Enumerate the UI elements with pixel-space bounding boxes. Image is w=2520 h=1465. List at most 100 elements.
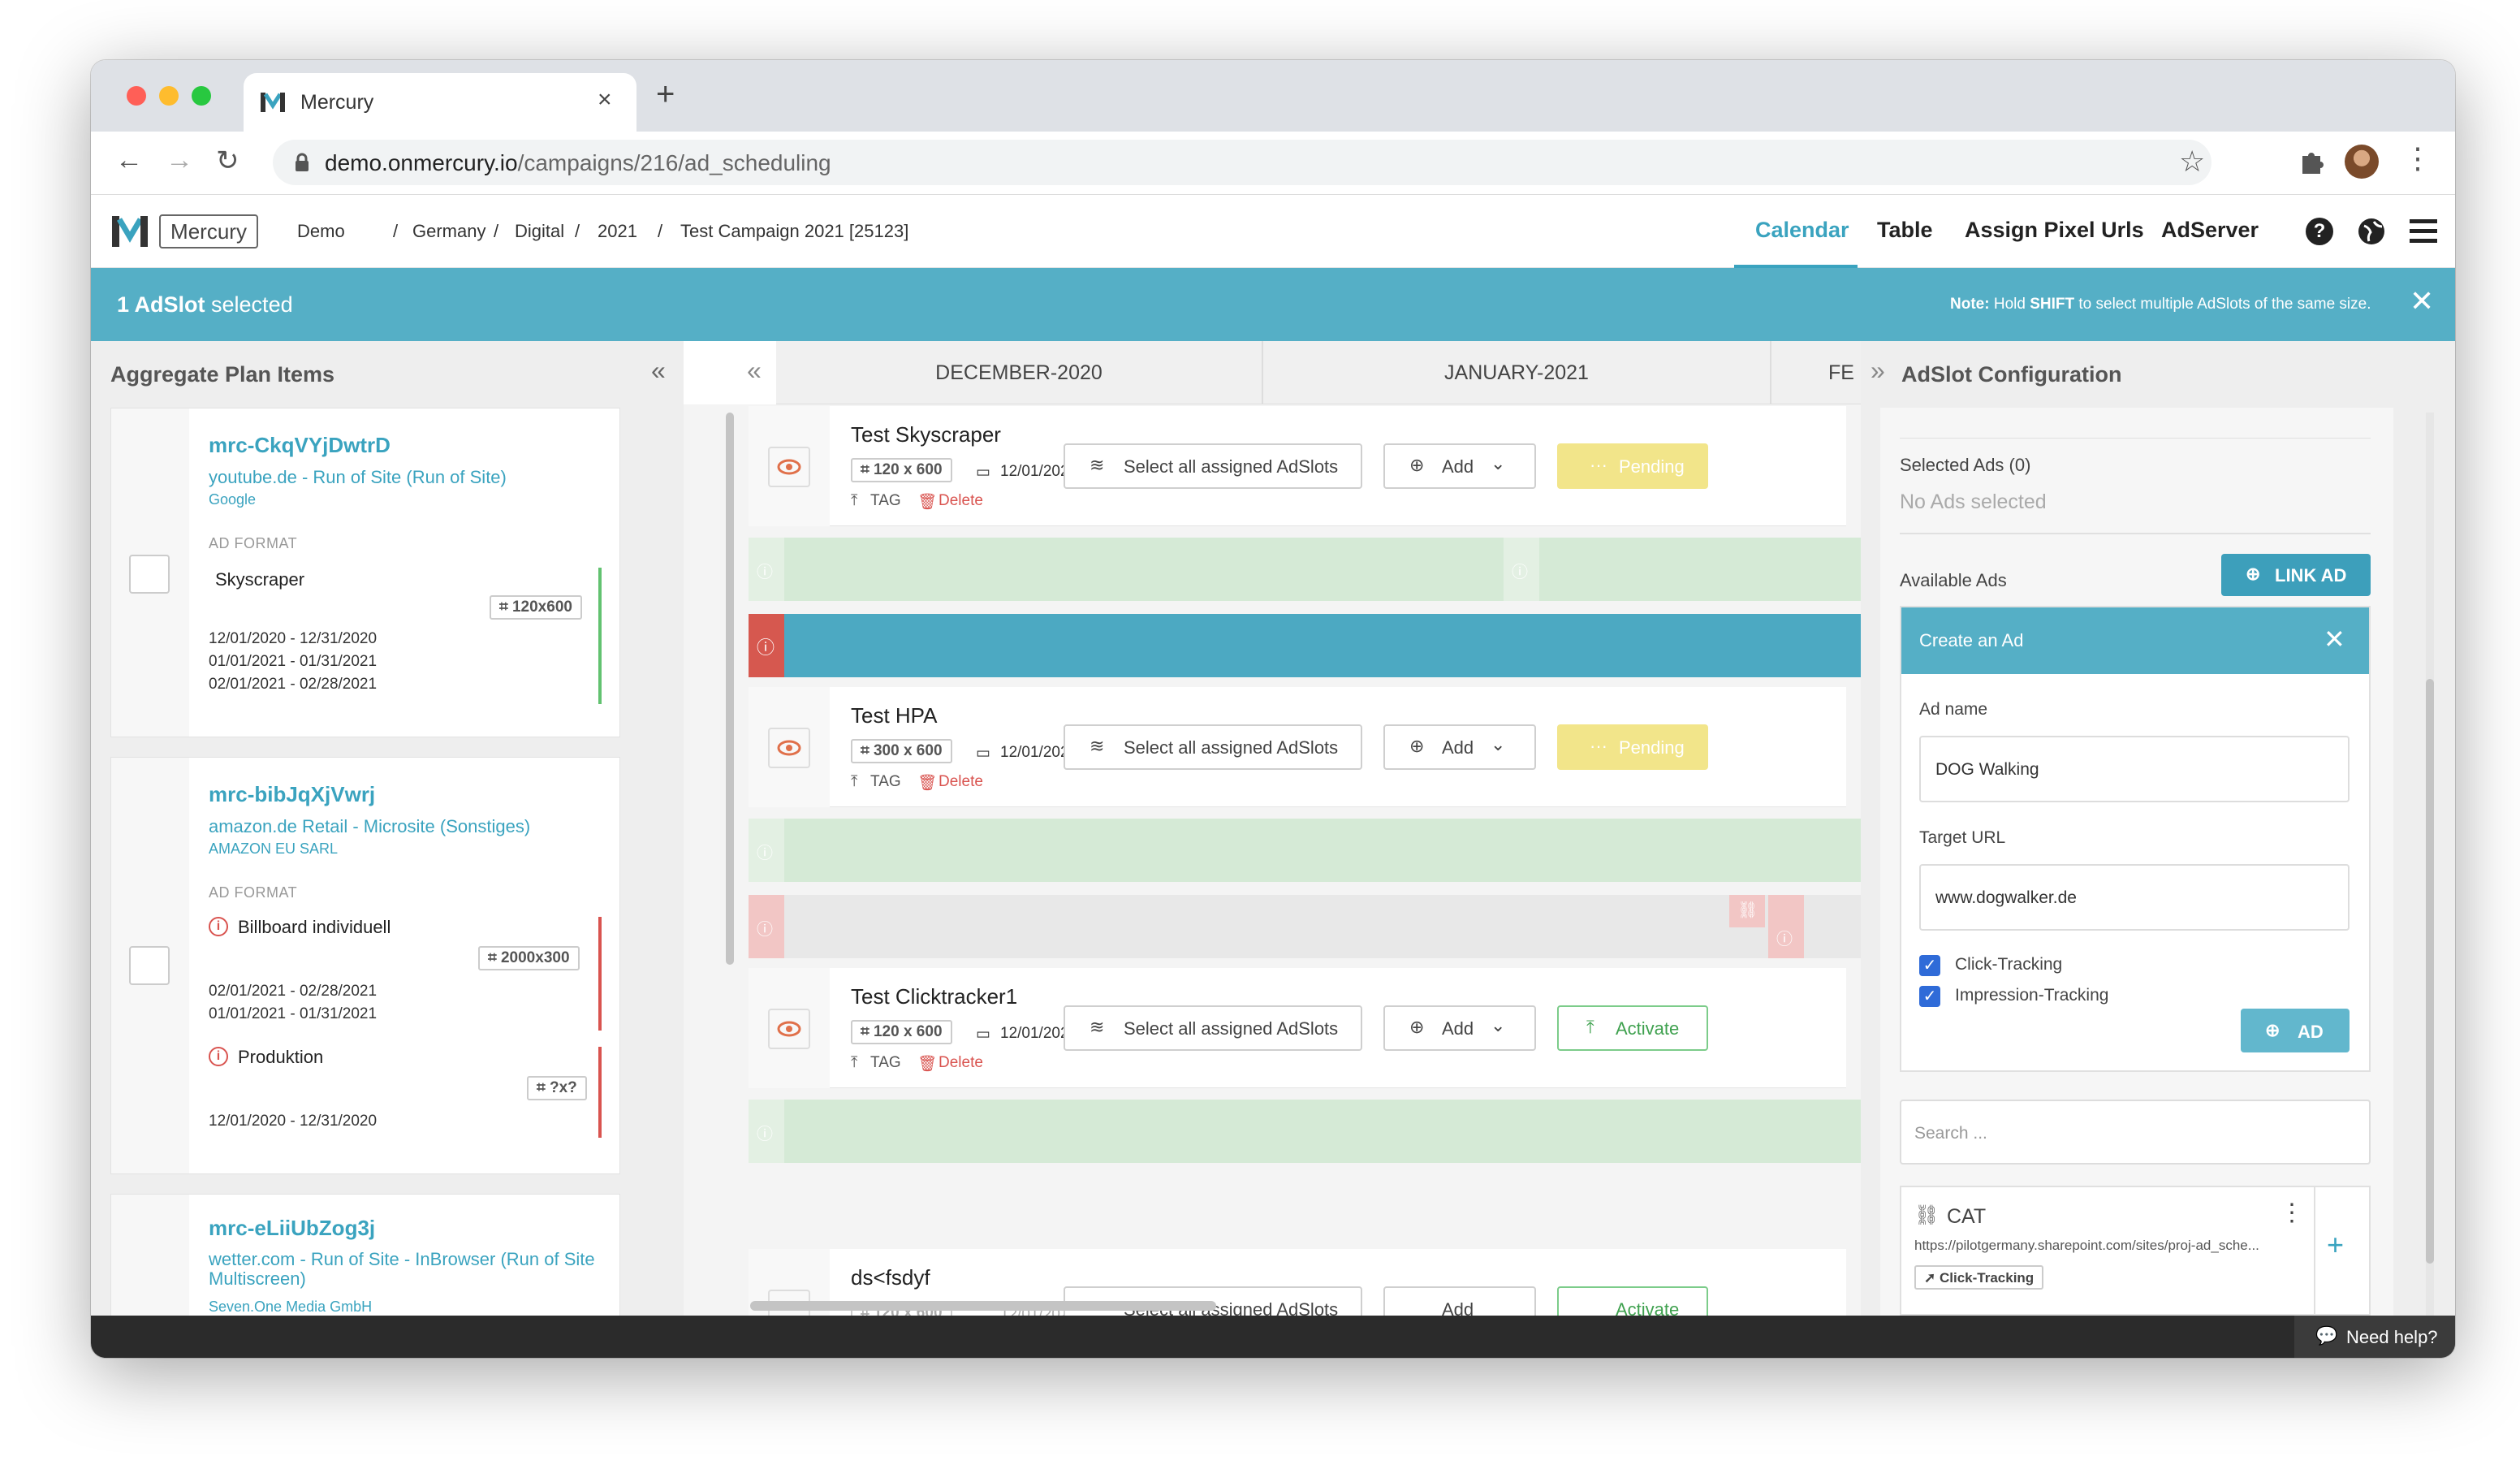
plan-item-site[interactable]: amazon.de Retail - Microsite (Sonstiges): [209, 816, 530, 837]
help-icon[interactable]: ?: [2306, 218, 2333, 245]
info-icon[interactable]: ⓘ: [757, 559, 773, 582]
breadcrumb-campaign[interactable]: Test Campaign 2021 [25123]: [680, 221, 908, 242]
add-dropdown-button[interactable]: ⊕ Add ⌄: [1383, 724, 1536, 770]
minimize-window-button[interactable]: [159, 86, 179, 106]
plan-item-card[interactable]: mrc-eLiiUbZog3j wetter.com - Run of Site…: [110, 1194, 620, 1325]
plan-item-site[interactable]: wetter.com - Run of Site - InBrowser (Ru…: [209, 1250, 598, 1289]
globe-icon[interactable]: [2358, 218, 2385, 245]
new-tab-button[interactable]: +: [656, 76, 675, 113]
tab-calendar[interactable]: Calendar: [1755, 218, 1849, 243]
tab-assign-pixel-urls[interactable]: Assign Pixel Urls: [1965, 218, 2144, 243]
info-icon[interactable]: ⓘ: [1512, 559, 1528, 582]
reload-icon[interactable]: ↻: [216, 145, 239, 177]
app-logo-text[interactable]: Mercury: [159, 214, 258, 248]
breadcrumb-year[interactable]: 2021: [598, 221, 637, 242]
tab-adserver[interactable]: AdServer: [2161, 218, 2259, 243]
eye-icon[interactable]: [768, 728, 810, 768]
tag-link[interactable]: TAG: [870, 492, 901, 510]
close-form-icon[interactable]: ✕: [2324, 624, 2345, 655]
select-all-adslots-button[interactable]: ≋ Select all assigned AdSlots: [1064, 443, 1362, 489]
plan-item-card[interactable]: mrc-CkqVYjDwtrD youtube.de - Run of Site…: [110, 408, 620, 737]
extensions-puzzle-icon[interactable]: [2298, 148, 2325, 175]
adslot-row[interactable]: Test Skyscraper ⌗ 120 x 600 ▭ 12/01/2020…: [749, 406, 1846, 526]
tag-link[interactable]: TAG: [870, 773, 901, 791]
plan-item-checkbox[interactable]: [129, 555, 170, 594]
profile-avatar[interactable]: [2345, 145, 2379, 179]
collapse-left-icon[interactable]: «: [651, 356, 666, 386]
plan-item-card[interactable]: mrc-bibJqXjVwrj amazon.de Retail - Micro…: [110, 757, 620, 1174]
booking-bar[interactable]: ⓘ: [749, 1100, 1911, 1163]
info-icon[interactable]: ⓘ: [757, 840, 773, 863]
target-url-input[interactable]: www.dogwalker.de: [1919, 864, 2350, 931]
eye-icon[interactable]: [768, 447, 810, 487]
adslot-row[interactable]: Test Clicktracker1 ⌗ 120 x 600 ▭ 12/01/2…: [749, 968, 1846, 1088]
back-icon[interactable]: ←: [115, 145, 143, 176]
trash-icon[interactable]: 🗑: [917, 1054, 937, 1074]
info-icon[interactable]: ⓘ: [757, 633, 775, 659]
close-selection-icon[interactable]: ✕: [2410, 284, 2434, 318]
mercury-logo-icon[interactable]: [110, 213, 149, 248]
close-window-button[interactable]: [127, 86, 146, 106]
vertical-scrollbar[interactable]: [726, 413, 734, 965]
config-scrollbar[interactable]: [2426, 679, 2434, 1264]
maximize-window-button[interactable]: [192, 86, 211, 106]
horizontal-scrollbar[interactable]: [750, 1301, 1216, 1311]
booking-bar[interactable]: ⓘ ⓘ: [749, 538, 1911, 601]
address-bar[interactable]: demo.onmercury.io/campaigns/216/ad_sched…: [273, 140, 2211, 185]
plan-item-id[interactable]: mrc-CkqVYjDwtrD: [209, 433, 391, 458]
add-dropdown-button[interactable]: Add: [1383, 1286, 1536, 1316]
delete-link[interactable]: Delete: [939, 492, 983, 510]
activate-button[interactable]: Activate: [1557, 1286, 1708, 1316]
info-icon[interactable]: ⓘ: [757, 916, 773, 940]
plan-item-id[interactable]: mrc-bibJqXjVwrj: [209, 782, 375, 807]
impression-tracking-checkbox[interactable]: ✓: [1919, 986, 1940, 1007]
pending-status-button[interactable]: ··· Pending: [1557, 443, 1708, 489]
tag-link[interactable]: TAG: [870, 1054, 901, 1072]
upload-icon[interactable]: ⤒: [851, 492, 857, 510]
delete-link[interactable]: Delete: [939, 1054, 983, 1072]
forward-icon[interactable]: →: [166, 145, 193, 176]
need-help-button[interactable]: 💬 Need help?: [2294, 1316, 2455, 1358]
pending-status-button[interactable]: ··· Pending: [1557, 724, 1708, 770]
click-tracking-checkbox[interactable]: ✓: [1919, 955, 1940, 976]
info-icon[interactable]: ⓘ: [757, 1121, 773, 1144]
collapse-right-icon[interactable]: »: [1871, 356, 1885, 386]
kebab-menu-icon[interactable]: ⋮: [2280, 1199, 2304, 1227]
plan-item-id[interactable]: mrc-eLiiUbZog3j: [209, 1216, 375, 1241]
breadcrumb-channel[interactable]: Digital: [515, 221, 564, 242]
add-ad-icon[interactable]: +: [2327, 1228, 2344, 1262]
browser-tab[interactable]: Mercury ×: [244, 73, 636, 132]
adslot-row[interactable]: Test HPA ⌗ 300 x 600 ▭ 12/01/2020 - 01/3…: [749, 687, 1846, 807]
breadcrumb-client[interactable]: Demo: [297, 221, 345, 242]
plan-item-site[interactable]: youtube.de - Run of Site (Run of Site): [209, 467, 507, 488]
conflict-bar[interactable]: ⓘ ⛓ ⓘ: [749, 895, 1911, 958]
ads-search-input[interactable]: Search ...: [1900, 1100, 2371, 1165]
close-tab-icon[interactable]: ×: [598, 86, 612, 114]
plan-item-checkbox[interactable]: [129, 946, 170, 985]
selected-adslot-bar[interactable]: ⓘ: [749, 614, 1911, 677]
add-dropdown-button[interactable]: ⊕ Add ⌄: [1383, 443, 1536, 489]
link-icon[interactable]: ⛓: [1737, 900, 1758, 920]
eye-icon[interactable]: [768, 1009, 810, 1049]
booking-bar[interactable]: ⓘ: [749, 819, 1911, 882]
delete-link[interactable]: Delete: [939, 773, 983, 791]
upload-icon[interactable]: ⤒: [851, 1054, 857, 1072]
ad-name-input[interactable]: DOG Walking: [1919, 736, 2350, 802]
hamburger-menu-icon[interactable]: [2410, 219, 2437, 244]
trash-icon[interactable]: 🗑: [917, 773, 937, 793]
info-icon[interactable]: ⓘ: [1776, 926, 1793, 949]
select-all-adslots-button[interactable]: ≋ Select all assigned AdSlots: [1064, 1005, 1362, 1051]
tab-table[interactable]: Table: [1877, 218, 1933, 243]
select-all-adslots-button[interactable]: ≋ Select all assigned AdSlots: [1064, 724, 1362, 770]
scroll-left-icon[interactable]: «: [747, 356, 762, 386]
breadcrumb-country[interactable]: Germany: [412, 221, 485, 242]
link-ad-button[interactable]: ⊕ LINK AD: [2221, 554, 2371, 596]
trash-icon[interactable]: 🗑: [917, 492, 937, 512]
create-ad-button[interactable]: ⊕ AD: [2241, 1009, 2350, 1052]
add-dropdown-button[interactable]: ⊕ Add ⌄: [1383, 1005, 1536, 1051]
activate-button[interactable]: ⤒ Activate: [1557, 1005, 1708, 1051]
upload-icon[interactable]: ⤒: [851, 773, 857, 791]
chrome-menu-icon[interactable]: ⋮: [2403, 141, 2432, 175]
available-ad-item[interactable]: ⛓ CAT ⋮ https://pilotgermany.sharepoint.…: [1900, 1186, 2371, 1316]
bookmark-star-icon[interactable]: ☆: [2179, 145, 2205, 179]
